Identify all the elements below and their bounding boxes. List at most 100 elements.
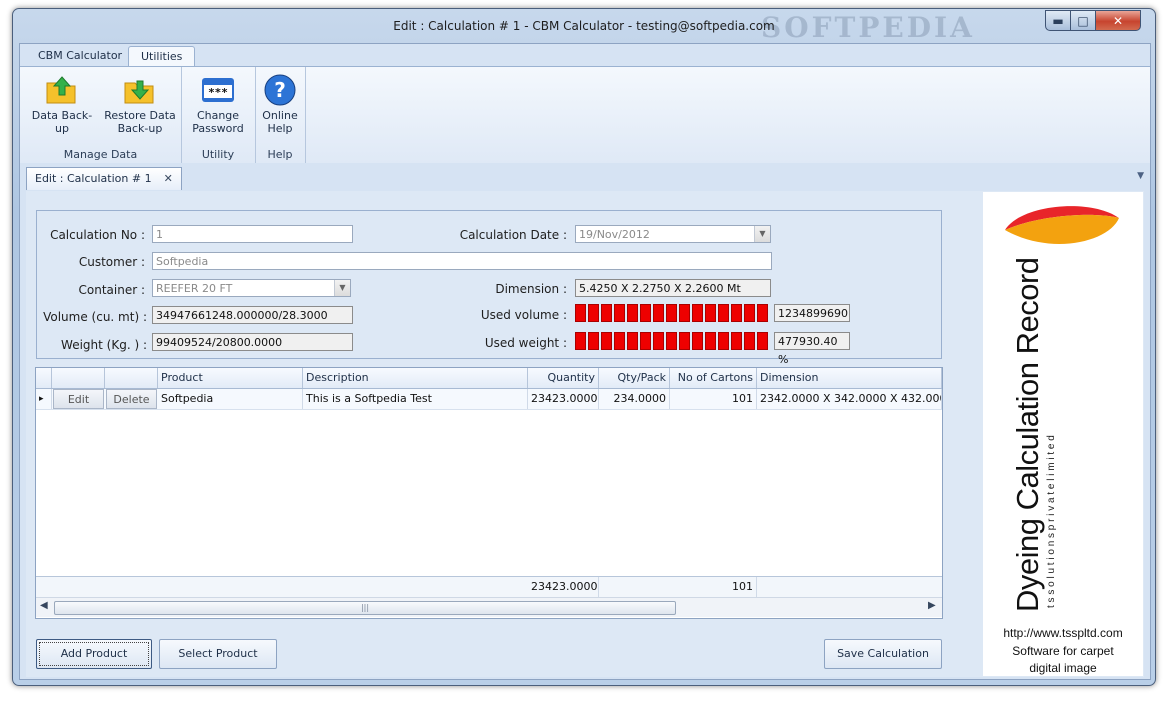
title-bar: SOFTPEDIA Edit : Calculation # 1 - CBM C… (13, 9, 1155, 44)
col-header-dimension[interactable]: Dimension (757, 368, 942, 388)
ad-subtitle: t s s o l u t i o n s p r i v a t e l i … (1046, 435, 1057, 608)
document-tab-label: Edit : Calculation # 1 (35, 172, 152, 185)
progress-segment (692, 332, 703, 350)
data-backup-button[interactable]: Data Back-up (26, 73, 98, 135)
calculation-form: Calculation No : 1 Calculation Date : 19… (36, 210, 942, 366)
footer-quantity-total: 23423.0000 (528, 577, 599, 597)
col-header-quantity[interactable]: Quantity (528, 368, 599, 388)
progress-segment (744, 304, 755, 322)
tab-cbm-calculator[interactable]: CBM Calculator (26, 46, 134, 66)
restore-backup-button[interactable]: Restore Data Back-up (102, 73, 178, 135)
ad-line-2: digital image (1029, 661, 1097, 675)
volume-label: Volume (cu. mt) : (43, 310, 147, 324)
document-area: Calculation No : 1 Calculation Date : 19… (26, 191, 1144, 677)
customer-field[interactable]: Softpedia (152, 252, 772, 270)
progress-segment (653, 304, 664, 322)
progress-segment (614, 304, 625, 322)
container-label: Container : (78, 283, 146, 297)
scroll-right-icon[interactable]: ▶ (928, 600, 936, 611)
app-window: SOFTPEDIA Edit : Calculation # 1 - CBM C… (12, 8, 1156, 686)
progress-segment (614, 332, 625, 350)
group-utility: *** Change Password Utility (181, 67, 256, 163)
progress-segment (640, 304, 651, 322)
calculation-no-field[interactable]: 1 (152, 225, 353, 243)
progress-segment (588, 332, 599, 350)
online-help-button[interactable]: ? Online Help (257, 73, 303, 135)
progress-segment (718, 304, 729, 322)
add-product-button[interactable]: Add Product (36, 639, 152, 669)
advertisement-panel[interactable]: Dyeing Calculation Record t s s o l u t … (983, 192, 1143, 676)
document-tab-bar: Edit : Calculation # 1 ✕ ▼ (20, 163, 1150, 191)
progress-segment (744, 332, 755, 350)
col-header-qty-pack[interactable]: Qty/Pack (599, 368, 670, 388)
close-tab-icon[interactable]: ✕ (164, 172, 173, 185)
folder-download-icon (122, 73, 158, 107)
tab-utilities[interactable]: Utilities (128, 46, 196, 67)
restore-backup-label: Restore Data Back-up (104, 109, 176, 135)
cell-cartons: 101 (670, 389, 757, 409)
cell-quantity: 23423.0000 (528, 389, 599, 409)
progress-segment (731, 304, 742, 322)
col-header-description[interactable]: Description (303, 368, 528, 388)
change-password-button[interactable]: *** Change Password (183, 73, 253, 135)
group-manage-data: Data Back-up Restore Data Back-up Manage… (20, 67, 182, 163)
progress-segment (601, 304, 612, 322)
ad-vertical-text: Dyeing Calculation Record t s s o l u t … (1010, 252, 1071, 612)
scroll-left-icon[interactable]: ◀ (40, 600, 48, 611)
chevron-down-icon[interactable]: ▼ (754, 226, 770, 242)
used-volume-field: 1234899690 (774, 304, 850, 322)
svg-text:***: *** (208, 86, 228, 99)
close-button[interactable]: ✕ (1095, 10, 1141, 31)
delete-row-button[interactable]: Delete (106, 389, 157, 409)
tab-dropdown-icon[interactable]: ▼ (1137, 171, 1144, 181)
used-volume-bar (575, 304, 768, 322)
edit-row-button[interactable]: Edit (53, 389, 104, 409)
progress-segment (640, 332, 651, 350)
progress-segment (627, 304, 638, 322)
grid-header: Product Description Quantity Qty/Pack No… (36, 368, 942, 389)
col-header-product[interactable]: Product (158, 368, 303, 388)
tss-logo-icon (1005, 206, 1119, 244)
progress-segment (718, 332, 729, 350)
col-header-cartons[interactable]: No of Cartons (670, 368, 757, 388)
group-label-manage-data: Manage Data (63, 148, 138, 161)
ad-line-1: Software for carpet (1012, 644, 1114, 658)
select-product-button[interactable]: Select Product (159, 639, 277, 669)
used-weight-field: 477930.40 % (774, 332, 850, 366)
password-card-icon: *** (200, 73, 236, 107)
document-tab[interactable]: Edit : Calculation # 1 ✕ (26, 167, 182, 190)
container-select[interactable]: REEFER 20 FT ▼ (152, 279, 351, 297)
ad-title: Dyeing Calculation Record (1010, 257, 1045, 612)
progress-segment (705, 332, 716, 350)
footer-cartons-total: 101 (670, 577, 757, 597)
help-icon: ? (262, 73, 298, 107)
client-area: CBM Calculator Utilities Data Back-up Re… (19, 43, 1151, 680)
col-header-indicator (36, 368, 52, 388)
change-password-label: Change Password (192, 109, 244, 135)
progress-segment (757, 304, 768, 322)
cell-product: Softpedia (158, 389, 303, 409)
weight-field: 99409524/20800.0000 (152, 333, 353, 351)
table-row[interactable]: ▸ Edit Delete Softpedia This is a Softpe… (36, 389, 942, 410)
minimize-button[interactable]: ▬ (1045, 10, 1071, 31)
scroll-thumb[interactable]: ||| (54, 601, 676, 615)
calculation-date-picker[interactable]: 19/Nov/2012 ▼ (575, 225, 771, 243)
calculation-date-value: 19/Nov/2012 (579, 228, 650, 241)
maximize-button[interactable]: □ (1070, 10, 1096, 31)
progress-segment (627, 332, 638, 350)
progress-segment (588, 304, 599, 322)
ad-url[interactable]: http://www.tsspltd.com (983, 626, 1143, 640)
used-weight-label: Used weight : (484, 336, 567, 350)
data-backup-label: Data Back-up (31, 109, 93, 135)
product-grid: Product Description Quantity Qty/Pack No… (35, 367, 943, 619)
group-help: ? Online Help Help (255, 67, 306, 163)
save-calculation-button[interactable]: Save Calculation (824, 639, 942, 669)
ribbon-tab-row: CBM Calculator Utilities (20, 44, 1150, 67)
dimension-label: Dimension : (495, 282, 567, 296)
horizontal-scrollbar[interactable]: ◀ ||| ▶ (36, 597, 942, 617)
progress-segment (731, 332, 742, 350)
used-volume-label: Used volume : (480, 308, 567, 322)
chevron-down-icon[interactable]: ▼ (334, 280, 350, 296)
volume-field: 34947661248.000000/28.3000 (152, 306, 353, 324)
progress-segment (575, 332, 586, 350)
